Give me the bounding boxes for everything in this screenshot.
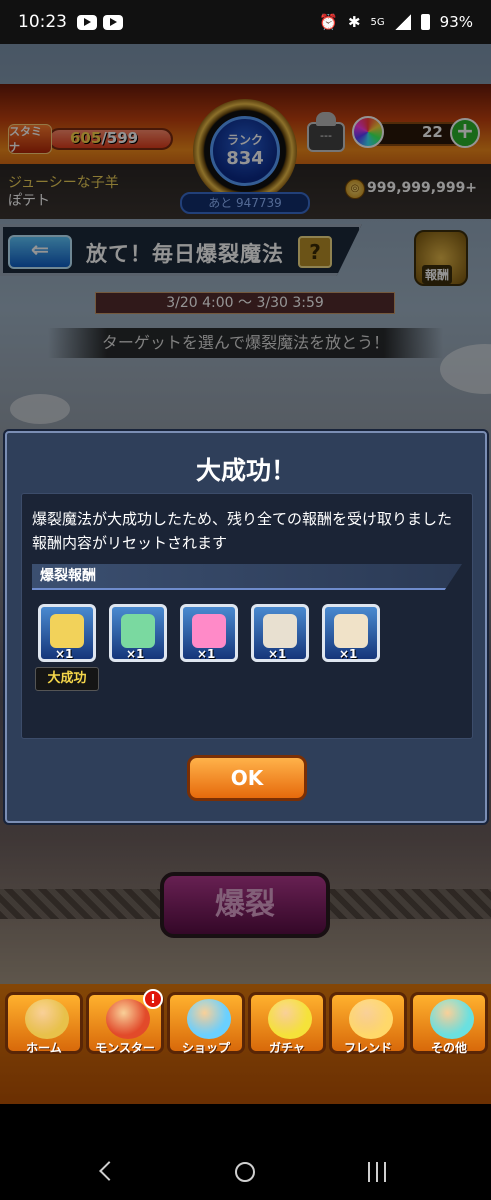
other-icon xyxy=(430,999,474,1039)
reward-item-qty: ×1 xyxy=(55,647,74,661)
reward-items: ×1 ×1 ×1 ×1 ×1 xyxy=(38,604,468,674)
ticket-icon xyxy=(50,614,84,648)
menu-shop-orb[interactable]: ショップ xyxy=(167,992,245,1055)
network-label: 5G xyxy=(370,16,385,28)
status-bar: 10:23 ⏰ ✱ 5G 93% xyxy=(0,0,491,44)
menu-label: モンスター xyxy=(95,1041,155,1055)
bluetooth-icon: ✱ xyxy=(347,13,361,31)
great-success-badge: 大成功 xyxy=(35,667,99,691)
dialog-message-line2: 報酬内容がリセットされます xyxy=(32,534,228,552)
fossil-icon xyxy=(334,614,368,648)
scroll-icon xyxy=(263,614,297,648)
menu-label: ショップ xyxy=(181,1041,230,1055)
dialog-title: 大成功！ xyxy=(195,456,296,485)
youtube-icon xyxy=(77,14,97,30)
nav-recent-icon[interactable] xyxy=(368,1162,386,1182)
reward-item-qty: ×1 xyxy=(339,647,358,661)
status-time: 10:23 xyxy=(18,12,67,32)
reward-item[interactable]: ×1 xyxy=(322,604,380,662)
reward-item-qty: ×1 xyxy=(268,647,287,661)
reward-item[interactable]: ×1 xyxy=(180,604,238,662)
signal-icon xyxy=(394,14,411,30)
menu-gacha[interactable]: ガチャ xyxy=(248,992,326,1055)
reward-item[interactable]: ×1 xyxy=(251,604,309,662)
battery-level: 93% xyxy=(439,13,473,31)
reward-item-qty: ×1 xyxy=(197,647,216,661)
dialog-message-line1: 爆裂魔法が大成功したため、残り全ての報酬を受け取りました xyxy=(32,510,453,528)
friend-icon xyxy=(349,999,393,1039)
menu-monster[interactable]: モンスター! xyxy=(86,989,164,1055)
reward-item[interactable]: ×1 xyxy=(38,604,96,662)
menu-label: ガチャ xyxy=(269,1041,305,1055)
menu-label: その他 xyxy=(430,1041,467,1055)
menu-label: フレンド xyxy=(343,1041,392,1055)
alarm-icon: ⏰ xyxy=(319,13,338,31)
menu-label: ホーム xyxy=(26,1041,62,1055)
system-nav-bar xyxy=(0,1104,491,1200)
youtube-icon xyxy=(103,14,123,30)
menu-friend[interactable]: フレンド xyxy=(329,992,407,1055)
gacha-icon xyxy=(268,999,312,1039)
result-dialog: 大成功！ 爆裂魔法が大成功したため、残り全ての報酬を受け取りました 報酬内容がリ… xyxy=(5,431,487,823)
monster-icon xyxy=(106,999,150,1039)
heart-potion-icon xyxy=(192,614,226,648)
nav-home-icon[interactable] xyxy=(235,1162,255,1182)
menu-other[interactable]: その他 xyxy=(410,992,488,1055)
alert-badge: ! xyxy=(143,989,163,1009)
shop-orb-icon xyxy=(187,999,231,1039)
magnifier-icon xyxy=(121,614,155,648)
menu-home[interactable]: ホーム xyxy=(5,992,83,1055)
reward-item-qty: ×1 xyxy=(126,647,145,661)
dialog-body: 爆裂魔法が大成功したため、残り全ての報酬を受け取りました 報酬内容がリセットされ… xyxy=(21,493,473,739)
ok-button[interactable]: OK xyxy=(187,755,307,801)
reward-section-header: 爆裂報酬 xyxy=(32,564,462,590)
reward-item[interactable]: ×1 xyxy=(109,604,167,662)
home-icon xyxy=(25,999,69,1039)
battery-icon xyxy=(420,14,430,30)
nav-back-icon[interactable] xyxy=(99,1161,119,1181)
